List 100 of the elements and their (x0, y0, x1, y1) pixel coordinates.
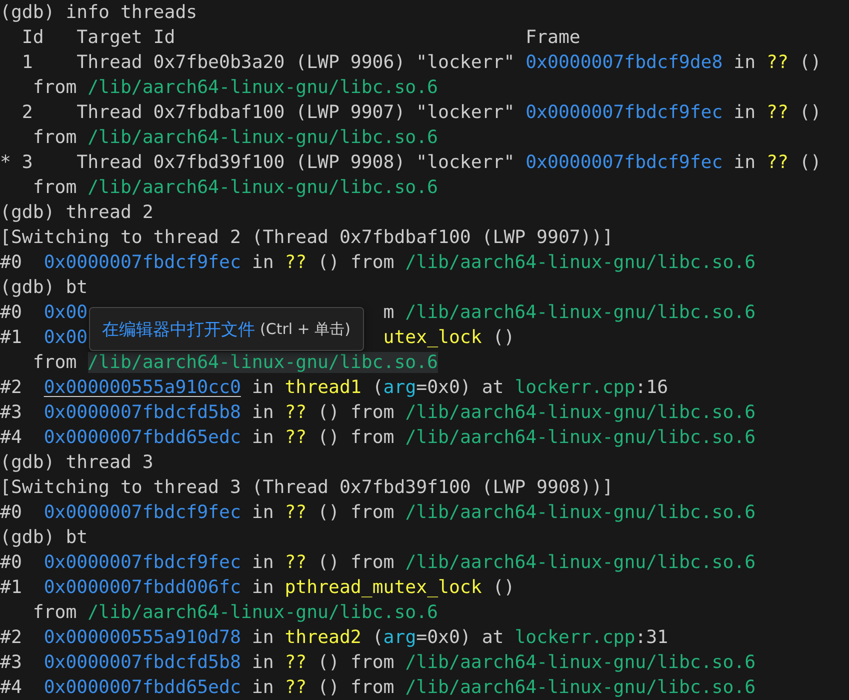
terminal-text: 2 Thread 0x7fbdbaf100 (LWP 9907) "lockerr" (20, 102, 516, 123)
file-path-link[interactable]: /lib/aarch64-linux-gnu/libc.so.6 (405, 252, 756, 273)
file-path-link[interactable]: /lib/aarch64-linux-gnu/libc.so.6 (88, 177, 438, 198)
terminal-text: (gdb) thread 2 (0, 202, 154, 223)
terminal-text: in (250, 427, 275, 448)
terminal-text: =0x0) at (416, 627, 505, 648)
terminal-text: () (492, 327, 515, 348)
terminal-text: from (32, 127, 78, 148)
function-name: ?? (284, 677, 307, 698)
address-link[interactable]: 0x000000555a910d78 (44, 627, 241, 648)
file-path-link[interactable]: lockerr.cpp (514, 377, 636, 398)
terminal-text: () (492, 577, 515, 598)
file-path-link[interactable]: lockerr.cpp (514, 627, 636, 648)
file-path-link[interactable]: /lib/aarch64-linux-gnu/libc.so.6 (88, 77, 438, 98)
file-path-link[interactable]: /lib/aarch64-linux-gnu/libc.so.6 (405, 677, 756, 698)
terminal-text: #0 (0, 552, 23, 573)
function-name: thread1 (284, 377, 362, 398)
terminal-text: * 3 Thread 0x7fbd39f100 (LWP 9908) "lockerr" (0, 152, 516, 173)
parameter-name: arg (383, 627, 416, 648)
terminal-text: #2 (0, 377, 23, 398)
function-name: utex_lock (383, 327, 482, 348)
file-path-link[interactable]: /lib/aarch64-linux-gnu/libc.so.6 (405, 552, 756, 573)
address-link[interactable]: 0x0000007fbdd65edc (44, 677, 241, 698)
function-name: ?? (766, 52, 788, 73)
terminal-text: () from (316, 427, 396, 448)
address-link[interactable]: 0x0000007fbdcf9fec (526, 102, 723, 123)
terminal-text: :16 (635, 377, 668, 398)
address-link[interactable]: 0x0000007fbdd006fc (44, 577, 241, 598)
file-path-link[interactable]: /lib/aarch64-linux-gnu/libc.so.6 (405, 427, 756, 448)
function-name: thread2 (284, 627, 362, 648)
terminal-text: 1 Thread 0x7fbe0b3a20 (LWP 9906) "lockerr" (20, 52, 516, 73)
function-name: ?? (284, 402, 307, 423)
terminal-text: #3 (0, 652, 23, 673)
terminal-text: () from (316, 502, 396, 523)
address-link[interactable]: 0x000000555a910cc0 (44, 377, 241, 398)
file-path-link[interactable]: /lib/aarch64-linux-gnu/libc.so.6 (88, 127, 438, 148)
terminal-text: in (250, 502, 275, 523)
terminal-text: (gdb) thread 3 (0, 452, 154, 473)
file-path-link[interactable]: /lib/aarch64-linux-gnu/libc.so.6 (405, 402, 756, 423)
terminal-text: in (250, 252, 275, 273)
terminal-text: in (250, 627, 275, 648)
terminal-text: #1 (0, 327, 23, 348)
terminal-text: () from (316, 552, 396, 573)
function-name: pthread_mutex_lock (284, 577, 482, 598)
terminal-text: () from (316, 677, 396, 698)
address-link[interactable]: 0x0000007fbdcf9fec (44, 502, 241, 523)
file-path-link[interactable]: /lib/aarch64-linux-gnu/libc.so.6 (405, 652, 756, 673)
terminal-text: in (250, 652, 275, 673)
terminal-text: ( (371, 627, 384, 648)
terminal-text: in (732, 52, 757, 73)
terminal-text: (gdb) bt (0, 527, 88, 548)
function-name: ?? (284, 552, 307, 573)
address-link[interactable]: 0x0000007fbdcf9fec (526, 152, 723, 173)
address-link[interactable]: 0x0000007fbdcf9de8 (526, 52, 723, 73)
address-link[interactable]: 0x00 (44, 302, 88, 323)
terminal-text: (gdb) bt (0, 277, 88, 298)
terminal-text: [Switching to thread 3 (Thread 0x7fbd39f100 (LWP 9908))] (0, 477, 614, 498)
address-link[interactable]: 0x0000007fbdcfd5b8 (44, 402, 241, 423)
terminal-text: #3 (0, 402, 23, 423)
file-path-link[interactable]: /lib/aarch64-linux-gnu/libc.so.6 (405, 502, 756, 523)
address-link[interactable]: 0x00 (44, 327, 88, 348)
function-name: ?? (284, 427, 307, 448)
terminal-text: ( (371, 377, 384, 398)
terminal-text: #4 (0, 677, 23, 698)
terminal-text: from (32, 352, 78, 373)
terminal-text: in (250, 677, 275, 698)
terminal-text: (gdb) info threads (0, 2, 198, 23)
address-link[interactable]: 0x0000007fbdcf9fec (44, 552, 241, 573)
terminal-text: m (383, 302, 396, 323)
file-path-link[interactable]: /lib/aarch64-linux-gnu/libc.so.6 (88, 352, 438, 373)
terminal-text: () (798, 102, 822, 123)
parameter-name: arg (383, 377, 416, 398)
terminal-text: #0 (0, 502, 23, 523)
terminal-text: () from (316, 652, 396, 673)
terminal-text: [Switching to thread 2 (Thread 0x7fbdbaf100 (LWP 9907))] (0, 227, 614, 248)
terminal-text: from (32, 602, 78, 623)
terminal-text: #4 (0, 427, 23, 448)
function-name: ?? (284, 502, 307, 523)
terminal-text: =0x0) at (416, 377, 505, 398)
terminal-text: #2 (0, 627, 23, 648)
shortcut-hint: (Ctrl + 单击) (260, 320, 350, 338)
terminal-text: () from (316, 252, 396, 273)
terminal-text: () from (316, 402, 396, 423)
file-path-link[interactable]: /lib/aarch64-linux-gnu/libc.so.6 (88, 602, 438, 623)
function-name: ?? (766, 152, 788, 173)
terminal-text: () (798, 152, 822, 173)
file-path-link[interactable]: /lib/aarch64-linux-gnu/libc.so.6 (405, 302, 756, 323)
terminal-text: in (250, 402, 275, 423)
terminal-text: from (32, 77, 78, 98)
address-link[interactable]: 0x0000007fbdd65edc (44, 427, 241, 448)
function-name: ?? (766, 102, 788, 123)
address-link[interactable]: 0x0000007fbdcfd5b8 (44, 652, 241, 673)
address-link[interactable]: 0x0000007fbdcf9fec (44, 252, 241, 273)
terminal-text: () (798, 52, 822, 73)
terminal-text: in (732, 102, 757, 123)
terminal-text: in (732, 152, 757, 173)
terminal-text: in (250, 552, 275, 573)
terminal-text: Id Target Id Frame (20, 27, 580, 48)
terminal-text: in (250, 577, 275, 598)
open-in-editor-link[interactable]: 在编辑器中打开文件 (102, 318, 255, 340)
